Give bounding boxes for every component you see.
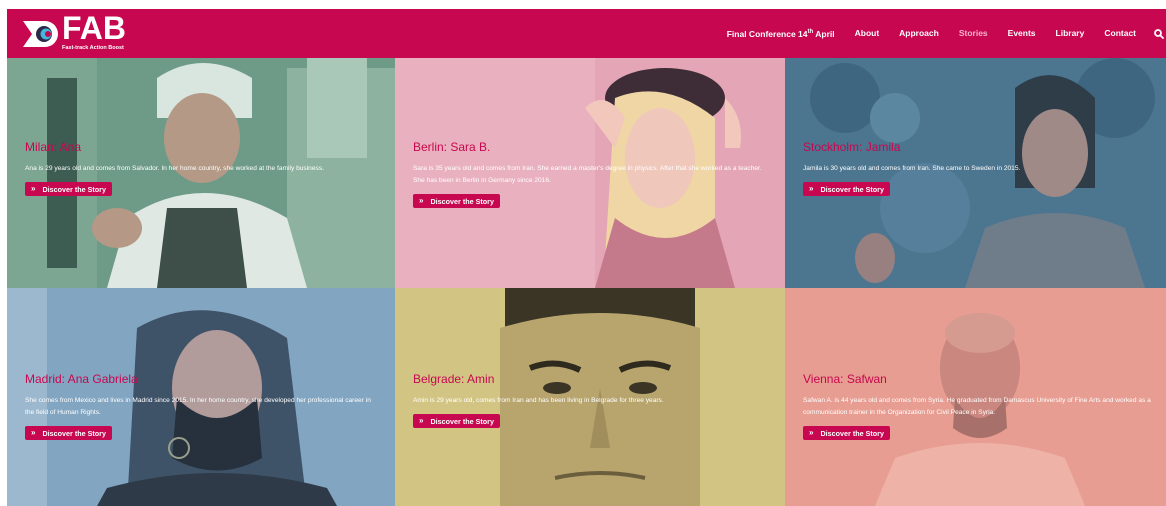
discover-story-button-belgrade[interactable]: » Discover the Story (413, 414, 500, 428)
discover-story-button-vienna[interactable]: » Discover the Story (803, 426, 890, 440)
story-title: Milan: Ana (25, 140, 82, 154)
logo-tagline: Fast-track Action Boost (62, 45, 124, 51)
site-logo[interactable]: FAB Fast-track Action Boost (21, 10, 131, 53)
nav-stories[interactable]: Stories (949, 9, 998, 58)
double-chevron-right-icon: » (31, 428, 36, 437)
double-chevron-right-icon: » (809, 184, 814, 193)
discover-story-button-milan[interactable]: » Discover the Story (25, 182, 112, 196)
story-summary: Safwan A. is 44 years old and comes from… (803, 397, 1151, 416)
story-card-berlin[interactable]: Berlin: Sara B. Sara is 35 years old and… (395, 58, 785, 288)
story-summary: Ana is 29 years old and comes from Salva… (25, 165, 324, 172)
button-label: Discover the Story (430, 196, 494, 206)
story-title: Belgrade: Amin (413, 372, 495, 386)
story-text-belgrade: Belgrade: Amin Amin is 29 years old, com… (413, 372, 767, 428)
button-label: Discover the Story (820, 184, 884, 194)
story-summary: Sara is 35 years old and comes from Iran… (413, 165, 762, 184)
story-title: Berlin: Sara B. (413, 140, 491, 154)
story-text-madrid: Madrid: Ana Gabriela She comes from Mexi… (25, 372, 377, 440)
nav-approach[interactable]: Approach (889, 9, 949, 58)
search-icon[interactable] (1146, 9, 1166, 58)
discover-story-button-berlin[interactable]: » Discover the Story (413, 194, 500, 208)
story-title: Vienna: Safwan (803, 372, 887, 386)
button-label: Discover the Story (820, 428, 884, 438)
button-label: Discover the Story (42, 184, 106, 194)
story-text-stockholm: Stockholm: Jamila Jamila is 30 years old… (803, 140, 1154, 196)
logo-text: FAB (62, 10, 126, 46)
nav-final-conference[interactable]: Final Conference 14th April (717, 8, 845, 59)
site-header: FAB Fast-track Action Boost Final Confer… (7, 9, 1166, 58)
nav-about[interactable]: About (845, 9, 890, 58)
story-card-vienna[interactable]: Vienna: Safwan Safwan A. is 44 years old… (785, 288, 1166, 506)
button-label: Discover the Story (430, 416, 494, 426)
nav-library[interactable]: Library (1046, 9, 1095, 58)
double-chevron-right-icon: » (31, 184, 36, 193)
story-summary: Amin is 29 years old, comes from Iran an… (413, 397, 664, 404)
story-summary: She comes from Mexico and lives in Madri… (25, 397, 371, 416)
story-title: Stockholm: Jamila (803, 140, 901, 154)
story-summary: Jamila is 30 years old and comes from Ir… (803, 165, 1021, 172)
story-text-milan: Milan: Ana Ana is 29 years old and comes… (25, 140, 377, 196)
story-card-milan[interactable]: Milan: Ana Ana is 29 years old and comes… (7, 58, 395, 288)
nav-events[interactable]: Events (998, 9, 1046, 58)
double-chevron-right-icon: » (419, 196, 424, 205)
page: FAB Fast-track Action Boost Final Confer… (7, 9, 1166, 506)
stories-grid: Milan: Ana Ana is 29 years old and comes… (7, 58, 1166, 506)
button-label: Discover the Story (42, 428, 106, 438)
nav-contact[interactable]: Contact (1094, 9, 1146, 58)
double-chevron-right-icon: » (809, 428, 814, 437)
story-title: Madrid: Ana Gabriela (25, 372, 138, 386)
story-text-vienna: Vienna: Safwan Safwan A. is 44 years old… (803, 372, 1154, 440)
double-chevron-right-icon: » (419, 416, 424, 425)
story-text-berlin: Berlin: Sara B. Sara is 35 years old and… (413, 140, 767, 208)
story-card-madrid[interactable]: Madrid: Ana Gabriela She comes from Mexi… (7, 288, 395, 506)
discover-story-button-stockholm[interactable]: » Discover the Story (803, 182, 890, 196)
story-card-stockholm[interactable]: Stockholm: Jamila Jamila is 30 years old… (785, 58, 1166, 288)
discover-story-button-madrid[interactable]: » Discover the Story (25, 426, 112, 440)
main-nav: Final Conference 14th April About Approa… (717, 9, 1166, 58)
story-card-belgrade[interactable]: Belgrade: Amin Amin is 29 years old, com… (395, 288, 785, 506)
logo-mark-icon (23, 21, 58, 47)
